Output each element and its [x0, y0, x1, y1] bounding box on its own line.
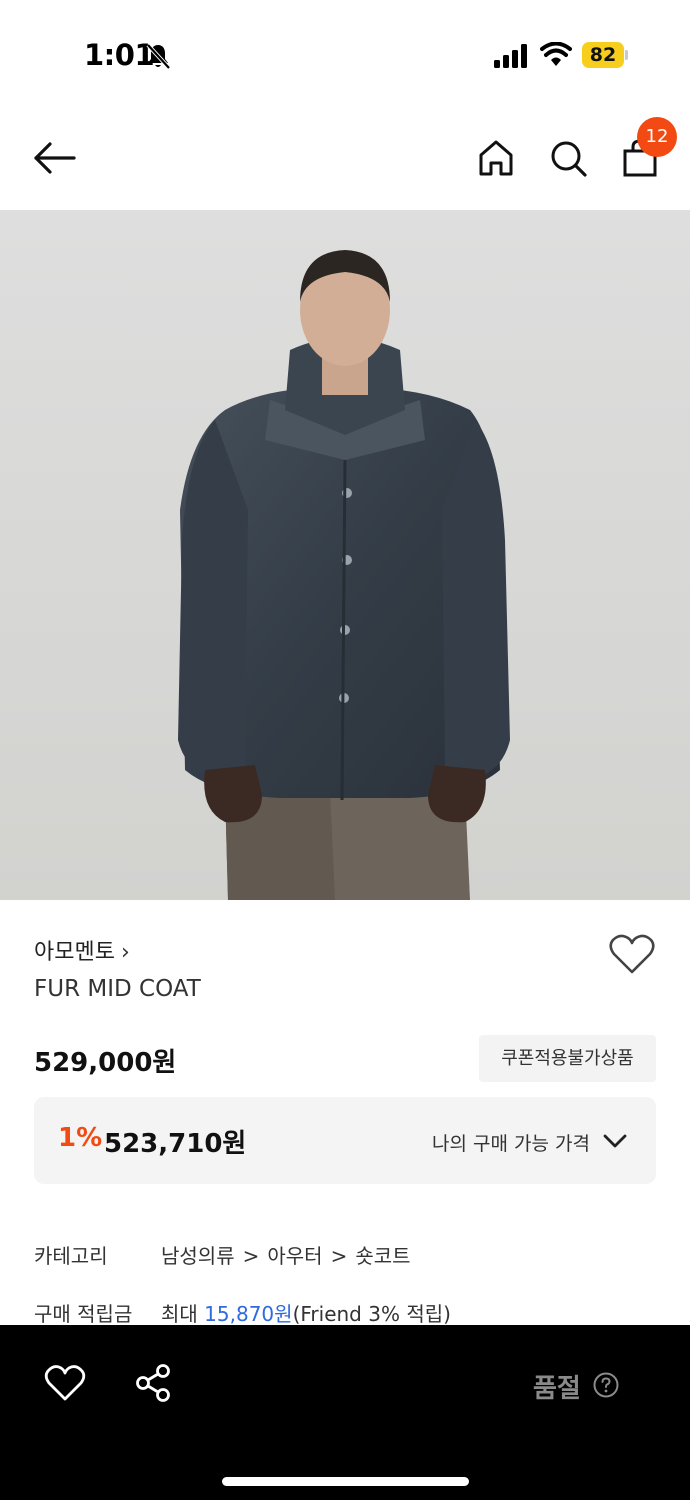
breadcrumb-separator: >	[330, 1244, 348, 1268]
discount-price: 523,710원	[104, 1129, 247, 1159]
brand-link[interactable]: 아모멘토 ›	[34, 934, 130, 965]
my-price-dropdown[interactable]: 1% 523,710원 나의 구매 가능 가격	[34, 1097, 656, 1184]
heart-icon[interactable]	[608, 932, 656, 976]
product-name: FUR MID COAT	[34, 976, 201, 1002]
discount-percent: 1%	[58, 1123, 103, 1153]
back-arrow-icon[interactable]	[33, 140, 77, 176]
signal-icon	[494, 44, 527, 68]
top-navigation	[0, 110, 690, 210]
brand-name: 아모멘토	[34, 940, 115, 965]
product-price: 529,000원	[34, 1048, 177, 1078]
battery-indicator: 82	[582, 42, 628, 68]
battery-cap	[625, 50, 628, 60]
bottom-action-bar: 품절	[0, 1325, 690, 1500]
coupon-unavailable-tag: 쿠폰적용불가상품	[479, 1035, 656, 1082]
bell-muted-icon	[146, 43, 171, 70]
wifi-icon	[540, 42, 572, 66]
points-amount: 15,870원	[204, 1302, 293, 1326]
question-circle-icon[interactable]	[593, 1372, 619, 1398]
category-item[interactable]: 아우터	[267, 1244, 322, 1268]
points-value: 최대 15,870원(Friend 3% 적립)	[161, 1298, 451, 1327]
heart-icon[interactable]	[44, 1363, 86, 1403]
my-price-label: 나의 구매 가능 가격	[432, 1133, 590, 1155]
product-photo[interactable]	[0, 210, 690, 900]
home-indicator[interactable]	[222, 1477, 469, 1486]
cart-count-badge: 12	[637, 117, 677, 157]
points-suffix: (Friend 3% 적립)	[292, 1302, 451, 1326]
soldout-label: 품절	[533, 1374, 581, 1404]
chevron-down-icon	[603, 1134, 627, 1148]
category-breadcrumb: 남성의류 > 아우터 > 숏코트	[161, 1240, 411, 1269]
home-icon[interactable]	[476, 138, 516, 178]
status-time: 1:01	[84, 38, 155, 72]
status-bar: 1:01 82	[0, 0, 690, 110]
category-label: 카테고리	[34, 1244, 108, 1268]
search-icon[interactable]	[548, 138, 588, 178]
category-item[interactable]: 남성의류	[161, 1244, 235, 1268]
battery-level: 82	[582, 42, 624, 68]
points-prefix: 최대	[161, 1302, 198, 1326]
chevron-right-icon: ›	[120, 940, 130, 965]
share-icon[interactable]	[134, 1363, 172, 1403]
points-label: 구매 적립금	[34, 1302, 133, 1326]
category-item[interactable]: 숏코트	[355, 1244, 410, 1268]
breadcrumb-separator: >	[242, 1244, 260, 1268]
